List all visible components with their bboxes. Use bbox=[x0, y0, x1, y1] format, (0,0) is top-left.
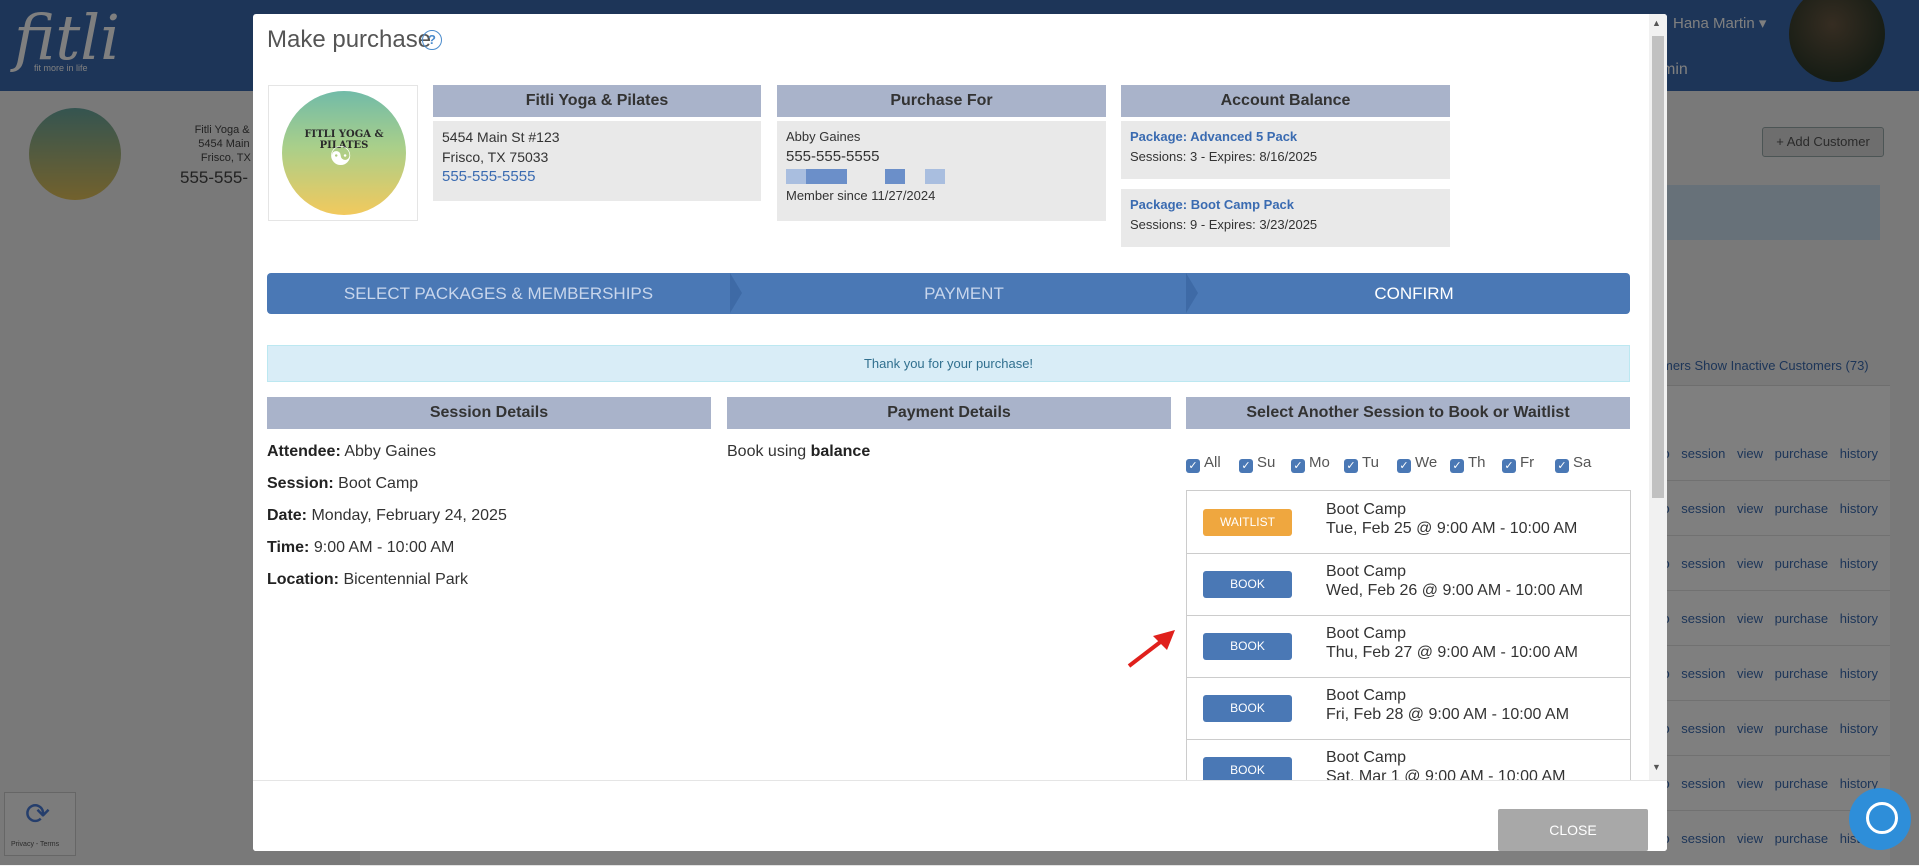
book-button[interactable]: BOOK bbox=[1203, 633, 1292, 660]
close-button[interactable]: CLOSE bbox=[1498, 809, 1648, 851]
redacted-info bbox=[786, 169, 1097, 184]
session-time: Thu, Feb 27 @ 9:00 AM - 10:00 AM bbox=[1326, 644, 1578, 661]
studio-info-header: Fitli Yoga & Pilates bbox=[433, 85, 761, 117]
step-confirm[interactable]: CONFIRM bbox=[1198, 273, 1630, 314]
account-balance-header: Account Balance bbox=[1121, 85, 1450, 117]
package-card: Package: Advanced 5 Pack Sessions: 3 - E… bbox=[1121, 121, 1450, 179]
book-button[interactable]: BOOK bbox=[1203, 571, 1292, 598]
purchase-for: Purchase For Abby Gaines 555-555-5555 Me… bbox=[777, 85, 1106, 221]
studio-info: Fitli Yoga & Pilates 5454 Main St #123 F… bbox=[433, 85, 761, 201]
day-filter-mo[interactable]: ✓ Mo bbox=[1291, 454, 1330, 473]
day-filter-th[interactable]: ✓ Th bbox=[1450, 454, 1486, 473]
studio-logo-circle: FITLI YOGA & PILATES ☯ bbox=[282, 91, 406, 215]
session-details-header: Session Details bbox=[267, 397, 711, 429]
checkbox-icon: ✓ bbox=[1344, 459, 1358, 473]
scrollbar-thumb[interactable] bbox=[1652, 36, 1664, 498]
time-line: Time: 9:00 AM - 10:00 AM bbox=[267, 539, 455, 556]
session-row: BOOK Boot Camp Sat, Mar 1 @ 9:00 AM - 10… bbox=[1187, 739, 1630, 780]
another-session-header: Select Another Session to Book or Waitli… bbox=[1186, 397, 1630, 429]
session-name: Boot Camp bbox=[1326, 687, 1407, 704]
purchase-modal: Make purchase ? FITLI YOGA & PILATES ☯ F… bbox=[253, 14, 1667, 851]
package-link[interactable]: Package: Advanced 5 Pack bbox=[1130, 127, 1441, 147]
session-time: Tue, Feb 25 @ 9:00 AM - 10:00 AM bbox=[1326, 520, 1578, 537]
session-row: BOOK Boot Camp Thu, Feb 27 @ 9:00 AM - 1… bbox=[1187, 615, 1630, 678]
package-link[interactable]: Package: Boot Camp Pack bbox=[1130, 195, 1441, 215]
studio-logo: FITLI YOGA & PILATES ☯ bbox=[268, 85, 418, 221]
day-filter-tu[interactable]: ✓ Tu bbox=[1344, 454, 1379, 473]
payment-method: Book using balance bbox=[727, 443, 871, 460]
session-list[interactable]: WAITLIST Boot Camp Tue, Feb 25 @ 9:00 AM… bbox=[1186, 490, 1631, 780]
studio-address-line2: Frisco, TX 75033 bbox=[442, 149, 549, 165]
location-line: Location: Bicentennial Park bbox=[267, 571, 468, 588]
day-filter-fr[interactable]: ✓ Fr bbox=[1502, 454, 1534, 473]
session-line: Session: Boot Camp bbox=[267, 475, 419, 492]
session-time: Wed, Feb 26 @ 9:00 AM - 10:00 AM bbox=[1326, 582, 1583, 599]
attendee-line: Attendee: Abby Gaines bbox=[267, 443, 436, 460]
scroll-up-icon[interactable]: ▲ bbox=[1652, 18, 1661, 28]
red-arrow-annotation bbox=[1127, 630, 1175, 668]
session-name: Boot Camp bbox=[1326, 749, 1407, 766]
step-payment[interactable]: PAYMENT bbox=[742, 273, 1186, 314]
success-alert: Thank you for your purchase! bbox=[267, 345, 1630, 382]
customer-name: Abby Gaines bbox=[786, 129, 861, 144]
session-row: WAITLIST Boot Camp Tue, Feb 25 @ 9:00 AM… bbox=[1187, 491, 1630, 554]
purchase-for-body: Abby Gaines 555-555-5555 Member since 11… bbox=[777, 121, 1106, 221]
session-row: BOOK Boot Camp Fri, Feb 28 @ 9:00 AM - 1… bbox=[1187, 677, 1630, 740]
step-separator bbox=[1186, 273, 1198, 313]
package-detail: Sessions: 9 - Expires: 3/23/2025 bbox=[1130, 217, 1318, 232]
meditation-icon: ☯ bbox=[329, 141, 353, 171]
studio-info-body: 5454 Main St #123 Frisco, TX 75033 555-5… bbox=[433, 121, 761, 201]
checkbox-icon: ✓ bbox=[1397, 459, 1411, 473]
checkbox-icon: ✓ bbox=[1502, 459, 1516, 473]
help-icon[interactable]: ? bbox=[422, 30, 442, 50]
session-time: Fri, Feb 28 @ 9:00 AM - 10:00 AM bbox=[1326, 706, 1570, 723]
day-filter-sa[interactable]: ✓ Sa bbox=[1555, 454, 1591, 473]
session-name: Boot Camp bbox=[1326, 625, 1407, 642]
studio-phone-link[interactable]: 555-555-5555 bbox=[442, 167, 752, 187]
step-separator bbox=[730, 273, 742, 313]
session-row: BOOK Boot Camp Wed, Feb 26 @ 9:00 AM - 1… bbox=[1187, 553, 1630, 616]
day-filter-we[interactable]: ✓ We bbox=[1397, 454, 1437, 473]
checkbox-icon: ✓ bbox=[1555, 459, 1569, 473]
member-since: Member since 11/27/2024 bbox=[786, 188, 936, 203]
day-filter-all[interactable]: ✓ All bbox=[1186, 454, 1221, 473]
checkbox-icon: ✓ bbox=[1291, 459, 1305, 473]
customer-phone: 555-555-5555 bbox=[786, 148, 880, 165]
checkbox-icon: ✓ bbox=[1239, 459, 1253, 473]
checkbox-icon: ✓ bbox=[1186, 459, 1200, 473]
checkbox-icon: ✓ bbox=[1450, 459, 1464, 473]
purchase-for-header: Purchase For bbox=[777, 85, 1106, 117]
session-name: Boot Camp bbox=[1326, 501, 1407, 518]
package-detail: Sessions: 3 - Expires: 8/16/2025 bbox=[1130, 149, 1318, 164]
modal-footer bbox=[253, 780, 1667, 851]
payment-details-header: Payment Details bbox=[727, 397, 1171, 429]
waitlist-button[interactable]: WAITLIST bbox=[1203, 509, 1292, 536]
chat-icon bbox=[1866, 802, 1898, 834]
day-filter-su[interactable]: ✓ Su bbox=[1239, 454, 1275, 473]
book-button[interactable]: BOOK bbox=[1203, 757, 1292, 780]
studio-address-line1: 5454 Main St #123 bbox=[442, 129, 560, 145]
session-time: Sat, Mar 1 @ 9:00 AM - 10:00 AM bbox=[1326, 768, 1566, 780]
session-name: Boot Camp bbox=[1326, 563, 1407, 580]
purchase-steps: SELECT PACKAGES & MEMBERSHIPS PAYMENT CO… bbox=[267, 273, 1630, 314]
book-button[interactable]: BOOK bbox=[1203, 695, 1292, 722]
date-line: Date: Monday, February 24, 2025 bbox=[267, 507, 507, 524]
scroll-down-icon[interactable]: ▼ bbox=[1652, 762, 1661, 772]
modal-body: Make purchase ? FITLI YOGA & PILATES ☯ F… bbox=[253, 14, 1667, 780]
package-card: Package: Boot Camp Pack Sessions: 9 - Ex… bbox=[1121, 189, 1450, 247]
modal-title: Make purchase bbox=[267, 26, 432, 53]
account-balance: Account Balance Package: Advanced 5 Pack… bbox=[1121, 85, 1450, 247]
step-select-packages[interactable]: SELECT PACKAGES & MEMBERSHIPS bbox=[267, 273, 730, 314]
